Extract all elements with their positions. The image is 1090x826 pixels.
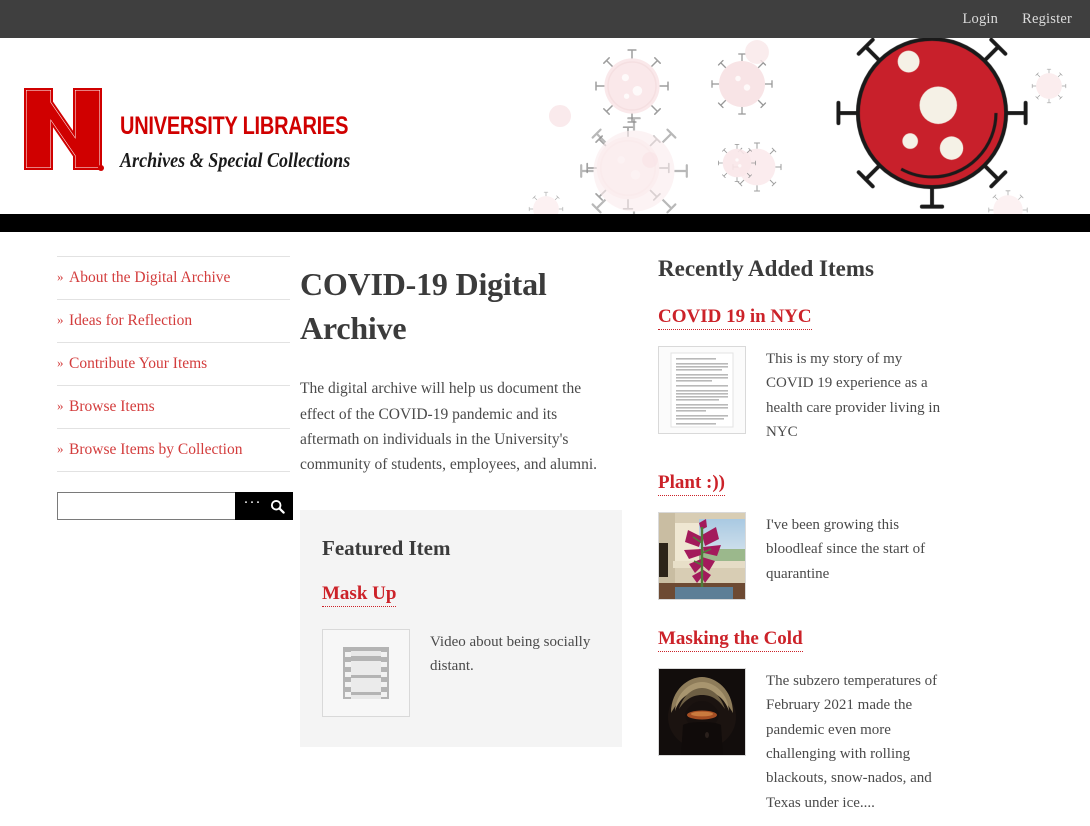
parka-photo-thumbnail <box>659 669 745 756</box>
featured-item-title-link[interactable]: Mask Up <box>322 583 397 608</box>
recent-item-description: The subzero temperatures of February 202… <box>766 673 938 811</box>
film-strip-icon <box>343 647 389 700</box>
featured-item-caption: Video about being socially distant. <box>430 634 591 674</box>
search-icon <box>270 499 285 514</box>
sidebar-item-label: Browse Items <box>69 398 155 415</box>
recent-item-thumbnail[interactable] <box>658 346 746 434</box>
search-input[interactable] <box>57 492 235 520</box>
advanced-search-icon[interactable]: ··· <box>244 496 262 516</box>
page-title: COVID-19 Digital Archive <box>300 266 547 347</box>
main-content: COVID-19 Digital Archive The digital arc… <box>290 256 650 748</box>
chevron-right-icon: » <box>57 312 64 327</box>
brand-subtitle: Archives & Special Collections <box>120 148 351 172</box>
list-item: Plant :)) I've been growing this bloodle… <box>658 472 1080 601</box>
sidebar-item-ideas[interactable]: » Ideas for Reflection <box>57 300 290 343</box>
nebraska-n-logo <box>22 86 104 172</box>
sidebar-item-label: Contribute Your Items <box>69 355 208 372</box>
top-utility-bar: Login Register <box>0 0 1090 38</box>
recent-item-row: This is my story of my COVID 19 experien… <box>658 346 1080 444</box>
brand-title: UNIVERSITY LIBRARIES <box>120 112 349 140</box>
page-body: » About the Digital Archive » Ideas for … <box>0 232 1090 815</box>
featured-item-thumbnail[interactable] <box>322 629 410 718</box>
site-banner: UNIVERSITY LIBRARIES Archives & Special … <box>0 38 1090 214</box>
chevron-right-icon: » <box>57 269 64 284</box>
recent-item-thumbnail[interactable] <box>658 512 746 601</box>
recent-item-thumbnail[interactable] <box>658 668 746 757</box>
chevron-right-icon: » <box>57 441 64 456</box>
search-button-group: ··· <box>235 492 293 520</box>
recent-item-row: The subzero temperatures of February 202… <box>658 668 1080 815</box>
chevron-right-icon: » <box>57 398 64 413</box>
recently-added-panel: Recently Added Items COVID 19 in NYC Thi… <box>650 256 1090 815</box>
primary-nav-strip <box>0 214 1090 232</box>
recent-item-title-link[interactable]: COVID 19 in NYC <box>658 306 812 330</box>
featured-item-row: Video about being socially distant. <box>322 629 600 718</box>
recent-item-title-link[interactable]: Masking the Cold <box>658 628 803 653</box>
list-item: Masking the Cold The subzero temperature… <box>658 628 1080 815</box>
sidebar-item-browse-items[interactable]: » Browse Items <box>57 386 290 429</box>
recent-item-description: This is my story of my COVID 19 experien… <box>766 351 941 440</box>
document-page-thumbnail <box>659 347 745 433</box>
list-item: COVID 19 in NYC This is my story of my C… <box>658 306 1080 444</box>
recent-item-description: I've been growing this bloodleaf since t… <box>766 517 926 582</box>
featured-item-heading: Featured Item <box>322 536 451 561</box>
site-brand[interactable]: UNIVERSITY LIBRARIES Archives & Special … <box>22 86 405 172</box>
sidebar-item-label: About the Digital Archive <box>69 269 231 286</box>
sidebar-item-label: Browse Items by Collection <box>69 441 243 458</box>
sidebar-item-browse-collections[interactable]: » Browse Items by Collection <box>57 429 290 472</box>
sidebar-item-label: Ideas for Reflection <box>69 312 193 329</box>
search-form: ··· <box>57 492 293 520</box>
recently-added-heading: Recently Added Items <box>658 256 874 281</box>
recent-item-title-link[interactable]: Plant :)) <box>658 472 726 497</box>
sidebar-item-contribute[interactable]: » Contribute Your Items <box>57 343 290 386</box>
chevron-right-icon: » <box>57 355 64 370</box>
recent-item-row: I've been growing this bloodleaf since t… <box>658 512 1080 601</box>
register-link[interactable]: Register <box>1022 11 1072 28</box>
sidebar-item-about[interactable]: » About the Digital Archive <box>57 256 290 300</box>
search-submit-button[interactable] <box>270 499 285 514</box>
plant-photo-thumbnail <box>659 513 745 600</box>
page-description: The digital archive will help us documen… <box>300 380 598 474</box>
login-link[interactable]: Login <box>962 11 998 28</box>
featured-item-panel: Featured Item Mask Up Video about being … <box>300 510 622 748</box>
sidebar-nav-list: » About the Digital Archive » Ideas for … <box>57 256 290 472</box>
sidebar: » About the Digital Archive » Ideas for … <box>0 256 293 520</box>
